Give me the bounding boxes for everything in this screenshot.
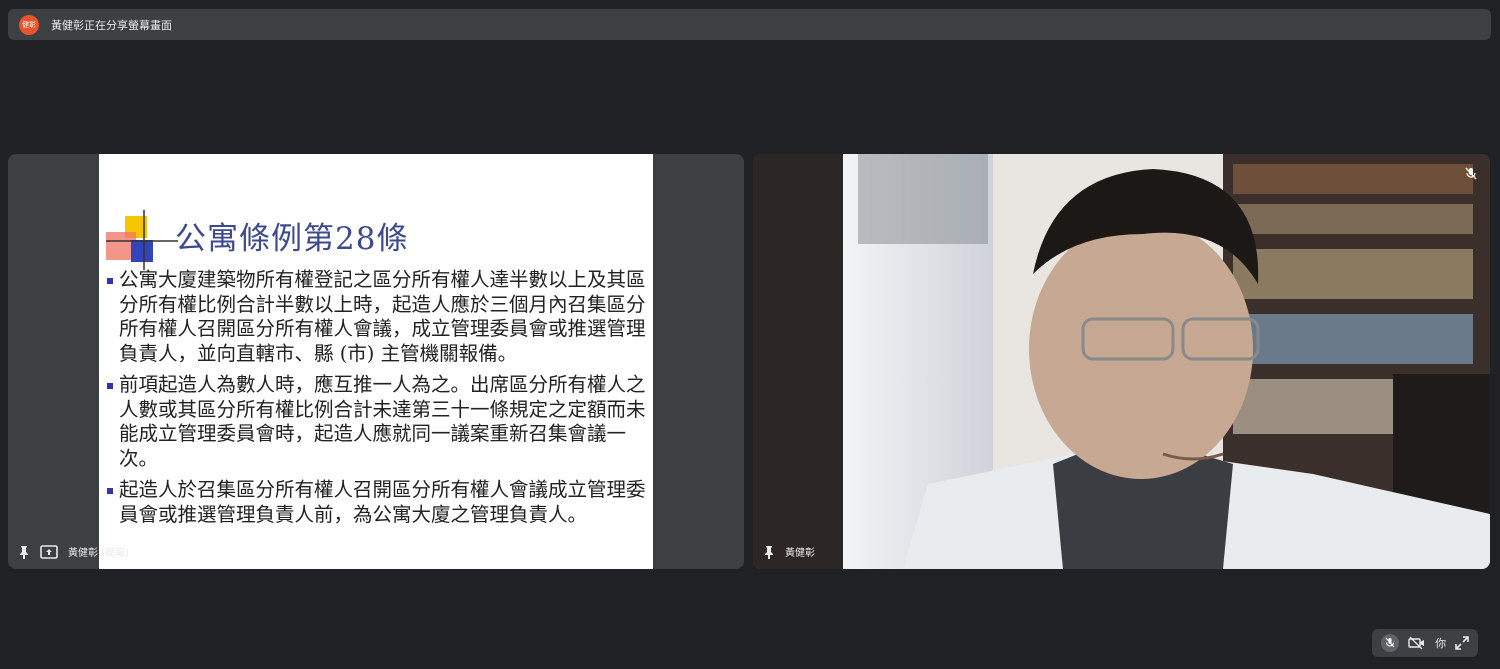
pin-icon[interactable] [763,545,775,559]
slide-paragraph: 公寓大廈建築物所有權登記之區分所有權人達半數以上及其區分所有權比例合計半數以上時… [107,268,647,366]
bullet-icon [107,278,113,284]
presentation-tile-label: 黃健彰 (簡報) [18,544,129,559]
participant-video-tile[interactable]: 黃健彰 [753,154,1490,569]
slide-body: 公寓大廈建築物所有權登記之區分所有權人達半數以上及其區分所有權比例合計半數以上時… [107,268,647,534]
slide-paragraph: 起造人於召集區分所有權人召開區分所有權人會議成立管理委員會或推選管理負責人前，為… [107,478,647,527]
self-view-pill[interactable]: 你 [1372,629,1478,657]
participant-name: 黃健彰 [785,548,815,559]
banner-text: 黃健彰正在分享螢幕畫面 [51,18,172,32]
bullet-icon [107,383,113,389]
presenter-name: 黃健彰 (簡報) [68,548,129,559]
slide-paragraph: 前項起造人為數人時，應互推一人為之。出席區分所有權人之人數或其區分所有權比例合計… [107,373,647,471]
participant-tile-label: 黃健彰 [763,544,815,559]
bullet-icon [107,488,113,494]
camera-off-icon[interactable] [1408,636,1426,650]
slide: 公寓條例第28條 公寓大廈建築物所有權登記之區分所有權人達半數以上及其區分所有權… [99,154,653,569]
presentation-tile[interactable]: 公寓條例第28條 公寓大廈建築物所有權登記之區分所有權人達半數以上及其區分所有權… [8,154,744,569]
mic-off-icon[interactable] [1380,634,1399,652]
slide-title: 公寓條例第28條 [175,221,409,257]
self-label: 你 [1435,637,1447,650]
present-screen-icon[interactable] [40,544,58,559]
paragraph-text: 前項起造人為數人時，應互推一人為之。出席區分所有權人之人數或其區分所有權比例合計… [119,373,646,470]
webcam-video [753,154,1490,569]
expand-icon[interactable] [1455,636,1470,650]
paragraph-text: 起造人於召集區分所有權人召開區分所有權人會議成立管理委員會或推選管理負責人前，為… [119,478,646,526]
pin-icon[interactable] [18,545,30,559]
presenter-avatar: 健彰 [19,14,39,35]
mic-off-icon [1464,166,1478,180]
paragraph-text: 公寓大廈建築物所有權登記之區分所有權人達半數以上及其區分所有權比例合計半數以上時… [119,268,646,365]
screen-share-banner: 健彰 黃健彰正在分享螢幕畫面 [8,9,1491,40]
